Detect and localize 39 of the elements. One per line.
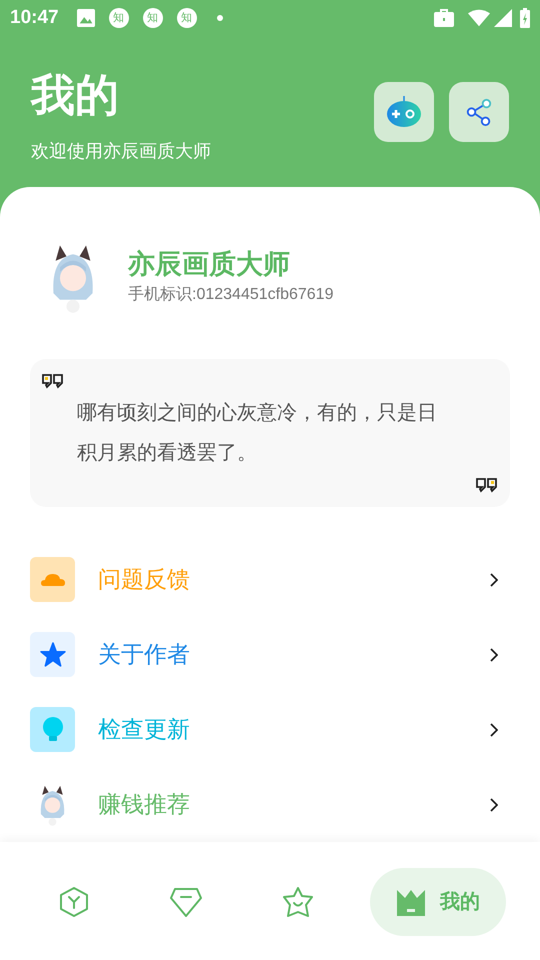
menu-label: 关于作者 [98, 640, 191, 670]
menu-label: 赚钱推荐 [98, 790, 191, 820]
page-subtitle: 欢迎使用亦辰画质大师 [31, 140, 212, 164]
share-button[interactable] [449, 82, 509, 142]
wifi-icon [468, 9, 490, 27]
nav-tab[interactable]: 我的 [370, 868, 506, 936]
chevron-right-icon [490, 572, 498, 586]
page-title: 我的 [31, 70, 120, 122]
chevron-right-icon [490, 798, 498, 812]
menu-label: 问题反馈 [98, 565, 191, 594]
briefcase-icon [434, 9, 454, 27]
share-icon [465, 98, 493, 126]
notification-icon: 知 [108, 8, 129, 28]
cloud-icon [30, 557, 75, 602]
bulb-icon [30, 707, 75, 752]
signal-icon [494, 9, 512, 27]
menu-item[interactable]: 问题反馈 [30, 542, 510, 617]
gamepad-button[interactable] [374, 82, 434, 142]
quote-text: 哪有顷刻之间的心灰意冷，有的，只是日积月累的看透罢了。 [77, 401, 438, 466]
device-id: 手机标识:01234451cfb67619 [128, 284, 334, 305]
menu-item[interactable]: 关于作者 [30, 617, 510, 692]
star-icon [280, 886, 314, 918]
open-quote-icon [41, 373, 65, 389]
menu-label: 检查更新 [98, 715, 191, 744]
hexagon-icon [58, 886, 88, 918]
close-quote-icon [475, 477, 499, 493]
chevron-right-icon [490, 722, 498, 736]
status-time: 10:47 [10, 6, 59, 30]
crown-icon [396, 888, 426, 916]
gem-icon [168, 886, 202, 918]
gamepad-icon [386, 96, 422, 128]
notification-icon: 知 [142, 8, 163, 28]
chevron-right-icon [490, 648, 498, 662]
menu-item[interactable]: 检查更新 [30, 692, 510, 767]
image-icon [76, 9, 95, 27]
battery-icon [520, 8, 530, 28]
notification-icon: 知 [176, 8, 197, 28]
menu-item[interactable]: 赚钱推荐 [30, 767, 510, 842]
app-name: 亦辰画质大师 [128, 248, 291, 281]
